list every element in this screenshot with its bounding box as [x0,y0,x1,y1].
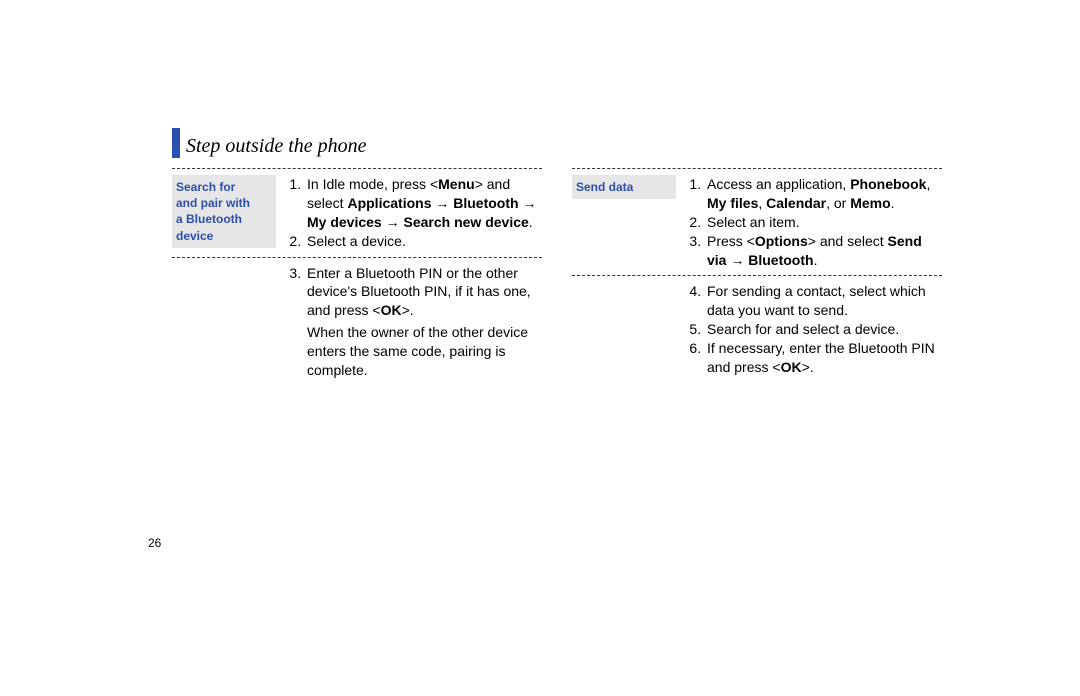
list-item: Search for and select a device. [705,320,942,339]
step-list: Enter a Bluetooth PIN or the other devic… [286,264,542,380]
text: . [814,252,818,268]
right-column: Send data Access an application, Phonebo… [572,168,942,380]
ui-label: Options [755,233,808,249]
tag-line: and pair with [176,196,250,210]
list-item: For sending a contact, select which data… [705,282,942,320]
tag-line: a Bluetooth [176,212,242,226]
text: . [529,214,533,230]
manual-page: Step outside the phone Search for and pa… [0,0,1080,696]
ui-label: OK [781,359,802,375]
tag-line: device [176,229,213,243]
text: >. [802,359,814,375]
app-name: Memo [850,195,890,211]
text: . [891,195,895,211]
text: Select a device. [307,233,406,249]
topic-tag-search: Search for and pair with a Bluetooth dev… [172,175,276,248]
header-accent-bar [172,128,180,158]
text: When the owner of the other device enter… [307,324,528,378]
step-list: In Idle mode, press <Menu> and select Ap… [286,175,542,251]
ui-label: Menu [438,176,475,192]
app-name: Phonebook [850,176,926,192]
app-name: Calendar [766,195,826,211]
text: Enter a Bluetooth PIN or the other devic… [307,265,531,319]
text: Select an item. [707,214,800,230]
text: For sending a contact, select which data… [707,283,926,318]
section-header: Step outside the phone [172,128,367,158]
text: , [926,176,930,192]
text: Press < [707,233,755,249]
steps-body: Enter a Bluetooth PIN or the other devic… [286,264,542,380]
block-send-cont: For sending a contact, select which data… [572,276,942,376]
left-column: Search for and pair with a Bluetooth dev… [172,168,542,380]
steps-body: For sending a contact, select which data… [686,282,942,376]
text: > and select [808,233,888,249]
text: Access an application, [707,176,850,192]
steps-body: Access an application, Phonebook, My fil… [686,175,942,269]
list-item: Enter a Bluetooth PIN or the other devic… [305,264,542,380]
text: If necessary, enter the Bluetooth PIN an… [707,340,935,375]
list-item: In Idle mode, press <Menu> and select Ap… [305,175,542,232]
page-number: 26 [148,536,161,550]
list-item: Access an application, Phonebook, My fil… [705,175,942,213]
text: >. [402,302,414,318]
text: , or [826,195,850,211]
block-pair-cont: Enter a Bluetooth PIN or the other devic… [172,258,542,380]
list-item: Select a device. [305,232,542,251]
tag-line: Search for [176,180,235,194]
text: Search for and select a device. [707,321,899,337]
tag-line: Send data [576,180,633,194]
ui-label: OK [381,302,402,318]
content-columns: Search for and pair with a Bluetooth dev… [172,168,942,380]
step-list: For sending a contact, select which data… [686,282,942,376]
list-item: If necessary, enter the Bluetooth PIN an… [705,339,942,377]
steps-body: In Idle mode, press <Menu> and select Ap… [286,175,542,251]
list-item: Select an item. [705,213,942,232]
block-search-pair: Search for and pair with a Bluetooth dev… [172,169,542,251]
step-list: Access an application, Phonebook, My fil… [686,175,942,269]
block-send-data: Send data Access an application, Phonebo… [572,169,942,269]
topic-tag-send: Send data [572,175,676,199]
section-title: Step outside the phone [186,136,367,158]
app-name: My files [707,195,758,211]
list-item: Press <Options> and select Send via → Bl… [705,232,942,270]
text: , [758,195,766,211]
text: In Idle mode, press < [307,176,438,192]
